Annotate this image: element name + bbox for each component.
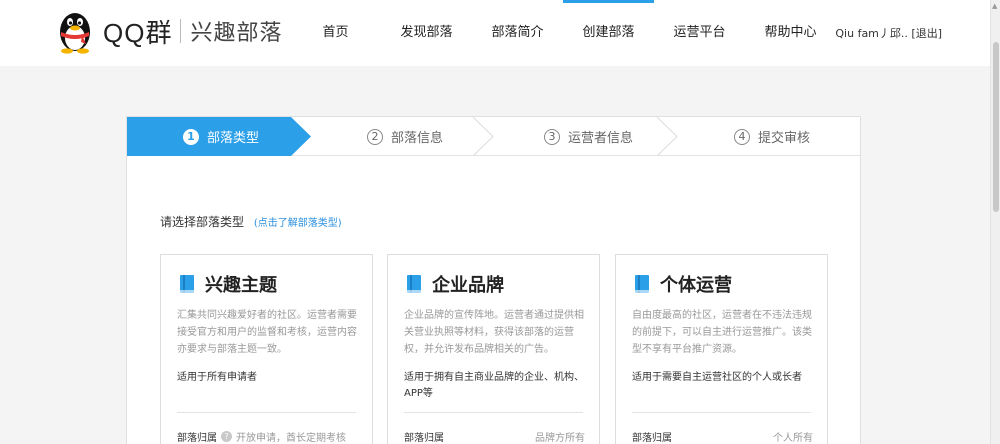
card-applicability: 适用于需要自主运营社区的个人或长者 <box>632 372 802 383</box>
step-3: 3 运营者信息 <box>544 117 633 156</box>
card-ownership: 部落归属 品牌方所有 <box>404 429 585 444</box>
main-nav: 首页 发现部落 部落简介 创建部落 运营平台 帮助中心 <box>290 0 836 66</box>
create-tribe-panel: 1 部落类型 2 部落信息 3 运营者信息 4 提交审核 请选择部落类型 (点击… <box>126 116 861 444</box>
step-label: 提交审核 <box>758 131 811 146</box>
step-label: 部落类型 <box>207 131 260 146</box>
owner-label: 部落归属 <box>404 433 444 444</box>
step-2: 2 部落信息 <box>367 117 443 156</box>
step-label: 运营者信息 <box>568 131 634 146</box>
step-number: 3 <box>544 128 560 145</box>
card-title: 个体运营 <box>634 271 732 297</box>
scroll-thumb[interactable] <box>993 42 999 212</box>
top-header: QQ群 兴趣部落 首页 发现部落 部落简介 创建部落 运营平台 帮助中心 Qiu… <box>0 0 1000 66</box>
card-title: 企业品牌 <box>406 271 504 297</box>
nav-operation[interactable]: 运营平台 <box>654 0 745 66</box>
step-1: 1 部落类型 <box>183 117 259 156</box>
book-icon <box>180 275 194 293</box>
owner-label: 部落归属 <box>632 433 672 444</box>
card-divider <box>177 412 356 413</box>
owner-value: 个人所有 <box>773 433 813 444</box>
logout-link[interactable]: [退出] <box>911 27 942 40</box>
learn-types-link[interactable]: (点击了解部落类型) <box>254 218 342 229</box>
card-description: 自由度最高的社区，运营者在不违法违规的前提下，可以自主进行运营推广。该类型不享有… <box>632 310 812 355</box>
card-divider <box>404 412 583 413</box>
owner-value: 品牌方所有 <box>535 433 585 444</box>
step-indicator: 1 部落类型 2 部落信息 3 运营者信息 4 提交审核 <box>127 117 860 156</box>
type-card-interest[interactable]: 兴趣主题 汇集共同兴趣爱好者的社区。运营者需要接受官方和用户的监督和考核，运营内… <box>160 254 373 444</box>
user-area: Qiu fam丿邱.. [退出] <box>835 0 942 66</box>
type-card-enterprise[interactable]: 企业品牌 企业品牌的宣传阵地。运营者通过提供相关营业执照等材料，获得该部落的运营… <box>387 254 600 444</box>
nav-help[interactable]: 帮助中心 <box>745 0 836 66</box>
step-number: 1 <box>183 128 199 145</box>
type-prompt: 请选择部落类型 (点击了解部落类型) <box>160 213 342 230</box>
scroll-up-icon[interactable]: ▲ <box>992 2 997 10</box>
vertical-scrollbar[interactable]: ▲ <box>990 0 1000 444</box>
brand-divider <box>180 19 182 43</box>
card-title-text: 兴趣主题 <box>205 275 277 296</box>
nav-intro[interactable]: 部落简介 <box>472 0 563 66</box>
help-icon[interactable]: ? <box>221 431 232 442</box>
step-number: 4 <box>734 128 750 145</box>
book-icon <box>635 275 649 293</box>
user-name[interactable]: Qiu fam丿邱.. <box>835 27 908 40</box>
book-icon <box>407 275 421 293</box>
brand-subtitle: 兴趣部落 <box>190 21 283 46</box>
owner-value: 开放申请，酋长定期考核 <box>236 433 346 444</box>
card-ownership: 部落归属 ? 开放申请，酋长定期考核 <box>177 429 358 444</box>
prompt-text: 请选择部落类型 <box>160 215 245 229</box>
card-ownership: 部落归属 个人所有 <box>632 429 813 444</box>
card-applicability: 适用于所有申请者 <box>177 372 257 383</box>
card-applicability: 适用于拥有自主商业品牌的企业、机构、APP等 <box>404 372 584 399</box>
card-divider <box>632 412 811 413</box>
type-card-individual[interactable]: 个体运营 自由度最高的社区，运营者在不违法违规的前提下，可以自主进行运营推广。该… <box>615 254 828 444</box>
nav-create[interactable]: 创建部落 <box>563 0 654 66</box>
step-4: 4 提交审核 <box>734 117 810 156</box>
qq-penguin-icon <box>60 13 90 54</box>
step-number: 2 <box>367 128 383 145</box>
card-description: 企业品牌的宣传阵地。运营者通过提供相关营业执照等材料，获得该部落的运营权，并允许… <box>404 310 584 355</box>
brand-name: QQ群 <box>103 17 173 48</box>
owner-label: 部落归属 <box>177 433 217 444</box>
card-title-text: 个体运营 <box>660 275 732 296</box>
card-title: 兴趣主题 <box>179 271 277 297</box>
card-title-text: 企业品牌 <box>432 275 504 296</box>
logo[interactable]: QQ群 兴趣部落 <box>55 8 282 54</box>
nav-discover[interactable]: 发现部落 <box>381 0 472 66</box>
card-description: 汇集共同兴趣爱好者的社区。运营者需要接受官方和用户的监督和考核，运营内容亦要求与… <box>177 310 357 355</box>
nav-home[interactable]: 首页 <box>290 0 381 66</box>
step-label: 部落信息 <box>391 131 444 146</box>
